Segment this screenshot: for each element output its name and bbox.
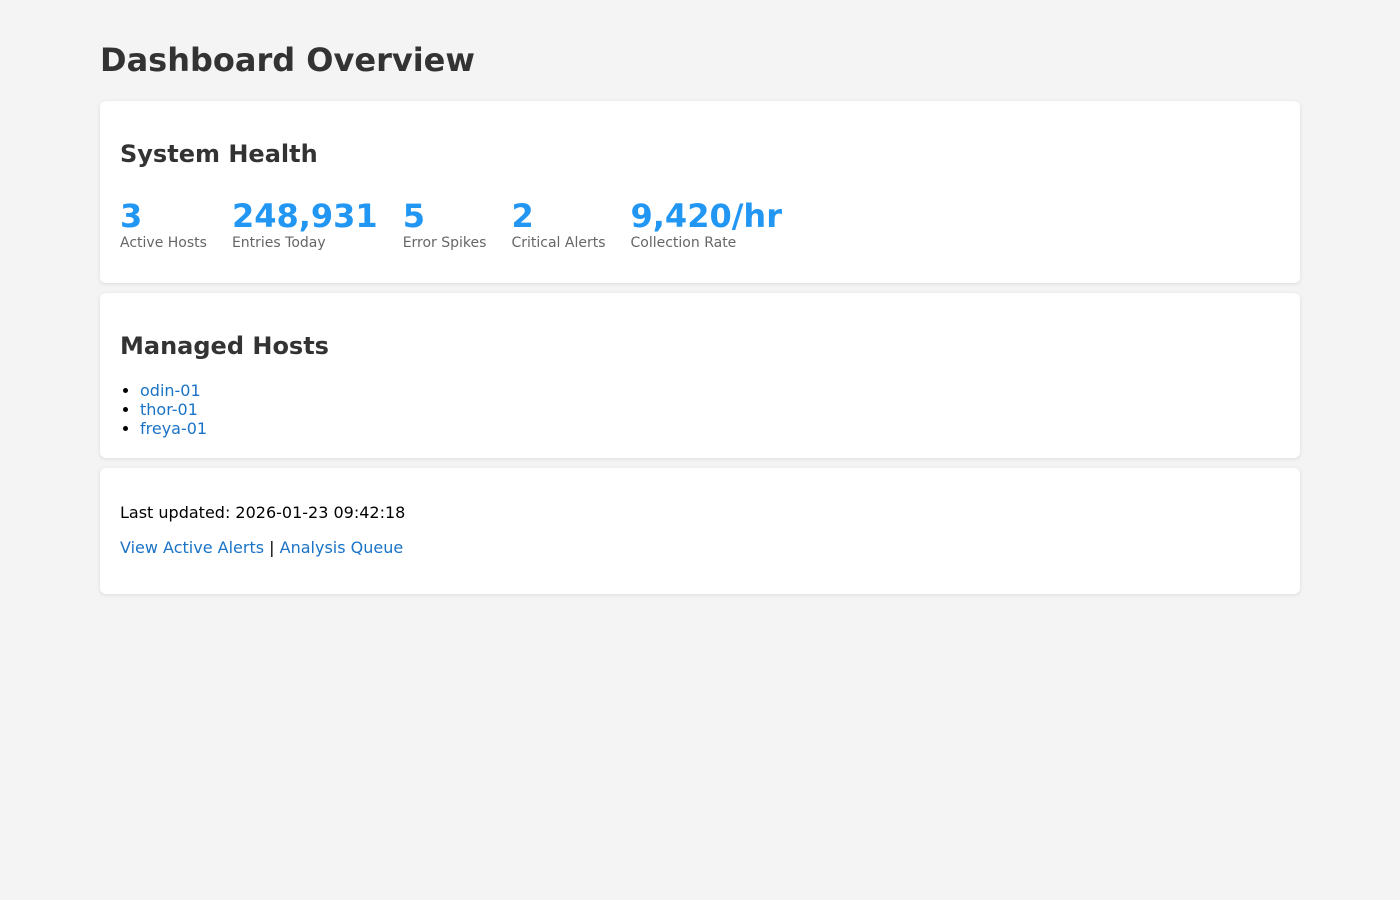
- stat-label: Error Spikes: [402, 235, 487, 251]
- footer-links: View Active Alerts | Analysis Queue: [120, 537, 1280, 559]
- link-separator: |: [269, 538, 275, 557]
- stat-value: 248,931: [231, 197, 378, 235]
- dashboard-page: Dashboard Overview System Health 3 Activ…: [100, 0, 1300, 604]
- list-item: thor-01: [140, 400, 1280, 419]
- list-item: odin-01: [140, 381, 1280, 400]
- status-card: Last updated: 2026-01-23 09:42:18 View A…: [100, 468, 1300, 594]
- system-health-title: System Health: [120, 140, 318, 168]
- view-active-alerts-link[interactable]: View Active Alerts: [120, 538, 264, 557]
- stat-value: 5: [402, 197, 425, 235]
- stats-row: 3 Active Hosts 248,931 Entries Today 5 E…: [120, 199, 1280, 253]
- host-link-freya-01[interactable]: freya-01: [140, 419, 207, 438]
- stat-label: Active Hosts: [120, 235, 207, 251]
- page-title: Dashboard Overview: [100, 41, 475, 79]
- stat-value: 2: [511, 197, 534, 235]
- last-updated-text: Last updated: 2026-01-23 09:42:18: [120, 503, 406, 522]
- system-health-card: System Health 3 Active Hosts 248,931 Ent…: [100, 101, 1300, 283]
- stat-label: Entries Today: [231, 235, 326, 251]
- list-item: freya-01: [140, 419, 1280, 438]
- managed-hosts-card: Managed Hosts odin-01 thor-01 freya-01: [100, 293, 1300, 458]
- stat-critical-alerts: 2 Critical Alerts: [511, 199, 605, 253]
- analysis-queue-link[interactable]: Analysis Queue: [280, 538, 404, 557]
- stat-active-hosts: 3 Active Hosts: [120, 199, 207, 253]
- stat-entries-today: 248,931 Entries Today: [232, 199, 378, 253]
- managed-hosts-title: Managed Hosts: [120, 332, 329, 360]
- host-link-thor-01[interactable]: thor-01: [140, 400, 198, 419]
- host-list: odin-01 thor-01 freya-01: [120, 381, 1280, 438]
- stat-value: 3: [120, 197, 143, 235]
- stat-value: 9,420/hr: [630, 197, 782, 235]
- host-link-odin-01[interactable]: odin-01: [140, 381, 201, 400]
- stat-collection-rate: 9,420/hr Collection Rate: [631, 199, 782, 253]
- stat-label: Critical Alerts: [511, 235, 606, 251]
- stat-error-spikes: 5 Error Spikes: [403, 199, 487, 253]
- stat-label: Collection Rate: [630, 235, 737, 251]
